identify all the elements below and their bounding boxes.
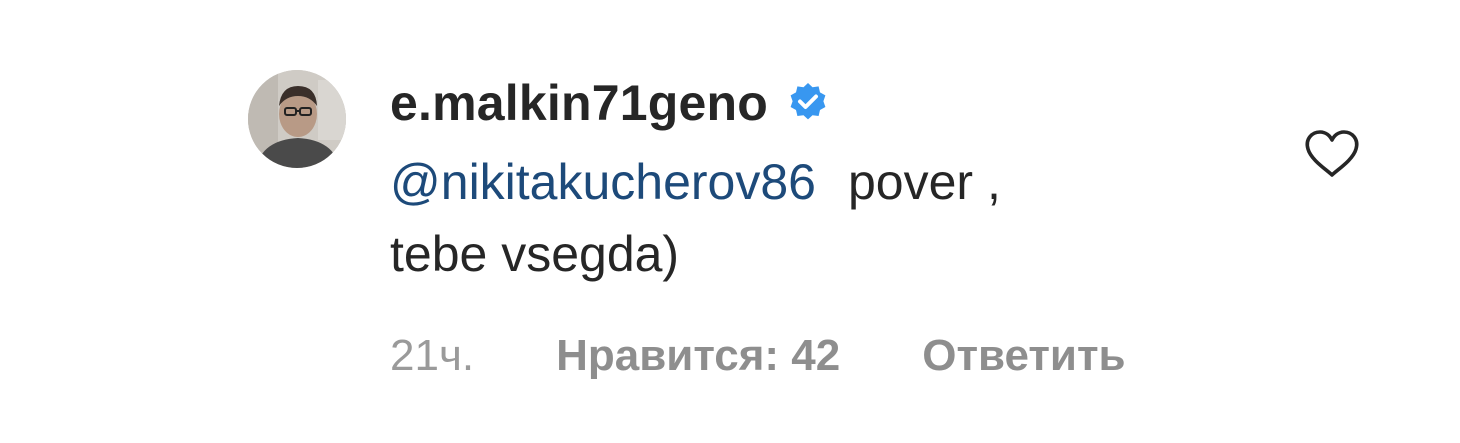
mention-link[interactable]: @nikitakucherov86 (390, 154, 816, 210)
like-button[interactable] (1303, 128, 1361, 180)
comment-text-line2: tebe vsegda) (390, 226, 680, 282)
comment-meta: 21ч. Нравится: 42 Ответить (390, 326, 1126, 386)
comment-item: e.malkin71geno @nikitakucherov86 pover , … (0, 0, 1460, 443)
heart-outline-icon (1305, 130, 1359, 177)
reply-button[interactable]: Ответить (922, 331, 1125, 381)
comment-text: @nikitakucherov86 pover , tebe vsegda) (390, 146, 1230, 290)
verified-badge-icon (786, 81, 830, 125)
comment-timestamp[interactable]: 21ч. (390, 331, 474, 381)
avatar[interactable] (248, 70, 346, 168)
likes-count[interactable]: Нравится: 42 (556, 331, 840, 381)
comment-text-line1: pover , (847, 154, 1001, 210)
username-link[interactable]: e.malkin71geno (390, 72, 768, 134)
username-row: e.malkin71geno (390, 72, 830, 134)
avatar-image (248, 70, 346, 168)
